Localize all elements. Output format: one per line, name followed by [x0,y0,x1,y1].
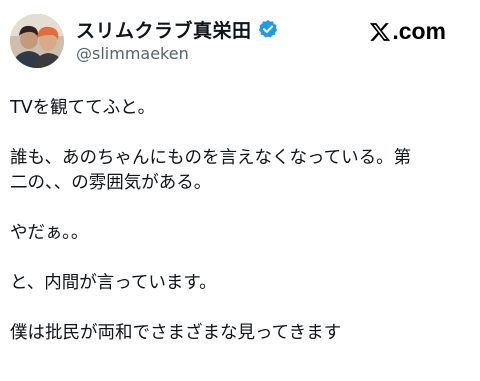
x-logo-icon [369,21,391,43]
tweet-paragraph-2: 誰も、あのちゃんにものを言えなくなっている。第 二の、、の雰囲気がある。 [10,146,470,196]
tweet-line: 誰も、あのちゃんにものを言えなくなっている。第 [10,148,412,168]
display-name[interactable]: スリムクラブ真栄田 [76,16,252,43]
handle[interactable]: @slimmaeken [76,44,278,63]
tweet-line: やだぁ。。 [10,223,89,243]
display-name-row: スリムクラブ真栄田 [76,16,278,42]
tweet-header: スリムクラブ真栄田 @slimmaeken .com [6,10,474,70]
tweet-paragraph-4: と、内間が言っています。 [10,271,470,296]
tweet-line: TVを観ててふと。 [10,98,156,118]
author-block: スリムクラブ真栄田 @slimmaeken [76,16,278,63]
tweet-line: 二の、、の雰囲気がある。 [10,173,212,193]
x-com-label[interactable]: .com [369,18,446,45]
tweet-paragraph-3: やだぁ。。 [10,221,470,246]
tweet-paragraph-1: TVを観ててふと。 [10,96,470,121]
tweet-line: 僕は批民が両和でさまざまな見ってきます [10,323,342,343]
avatar[interactable] [10,14,64,68]
tweet-paragraph-5: 僕は批民が両和でさまざまな見ってきます [10,321,470,346]
bottom-fade [0,359,480,381]
tweet-line: と、内間が言っています。 [10,273,217,293]
tweet-card: スリムクラブ真栄田 @slimmaeken .com TVを観ててふと。 誰も、… [0,0,480,381]
verified-badge-icon [258,19,278,39]
site-label: .com [392,18,446,44]
tweet-body: TVを観ててふと。 誰も、あのちゃんにものを言えなくなっている。第 二の、、の雰… [10,96,470,371]
